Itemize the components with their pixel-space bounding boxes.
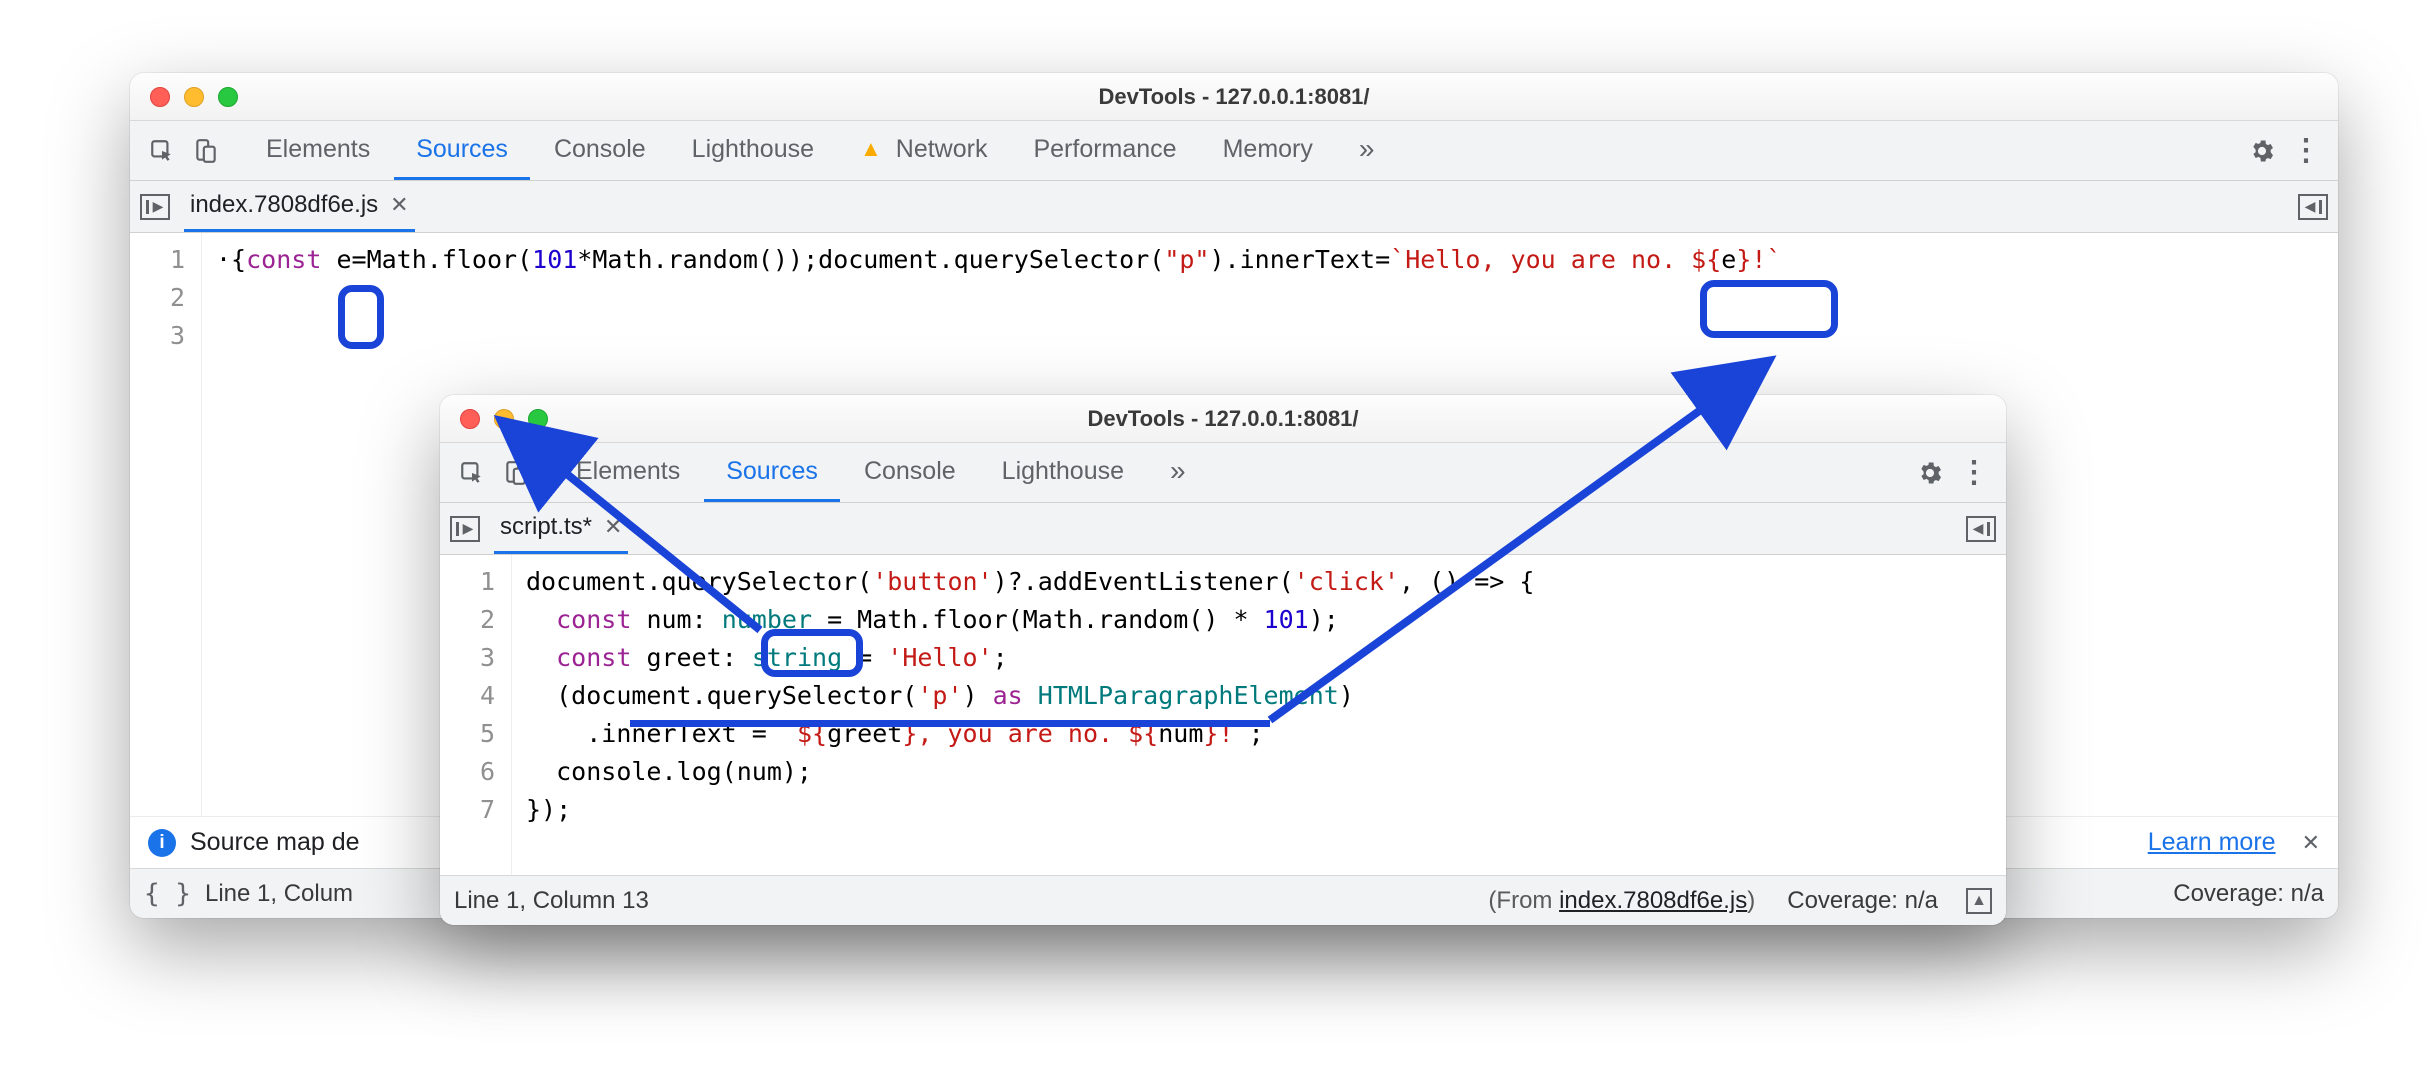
close-tab-icon[interactable]: ✕	[604, 514, 622, 540]
tab-lighthouse[interactable]: Lighthouse	[980, 443, 1146, 502]
pretty-print-icon[interactable]: { }	[144, 879, 191, 909]
learn-more-link[interactable]: Learn more	[2148, 828, 2276, 857]
zoom-icon[interactable]	[528, 409, 548, 429]
device-toggle-icon[interactable]	[498, 455, 534, 491]
cursor-position: Line 1, Colum	[205, 880, 353, 908]
file-tabbar: ▶ script.ts* ✕ ◀	[440, 503, 2006, 555]
infobar-text: Source map de	[190, 828, 360, 857]
navigator-toggle-icon[interactable]: ▶	[140, 194, 170, 220]
file-tab[interactable]: script.ts* ✕	[494, 503, 628, 554]
code-content[interactable]: document.querySelector('button')?.addEve…	[512, 555, 1534, 875]
titlebar[interactable]: DevTools - 127.0.0.1:8081/	[130, 73, 2338, 121]
close-icon[interactable]	[150, 87, 170, 107]
zoom-icon[interactable]	[218, 87, 238, 107]
tabs-overflow-icon[interactable]: »	[1337, 121, 1397, 180]
source-origin-link[interactable]: index.7808df6e.js	[1559, 887, 1747, 914]
kebab-icon[interactable]: ⋮	[2288, 133, 2324, 169]
code-editor[interactable]: 1234567 document.querySelector('button')…	[440, 555, 2006, 875]
line-gutter: 1234567	[440, 555, 512, 875]
devtools-window-front: DevTools - 127.0.0.1:8081/ Elements Sour…	[440, 395, 2006, 925]
tab-console[interactable]: Console	[842, 443, 978, 502]
navigator-toggle-icon[interactable]: ▶	[450, 516, 480, 542]
file-tab-label: index.7808df6e.js	[190, 191, 378, 219]
statusbar: Line 1, Column 13 (From index.7808df6e.j…	[440, 875, 2006, 925]
window-title: DevTools - 127.0.0.1:8081/	[440, 406, 2006, 432]
gear-icon[interactable]	[1912, 455, 1948, 491]
traffic-lights	[130, 87, 238, 107]
info-icon: i	[148, 829, 176, 857]
minimize-icon[interactable]	[184, 87, 204, 107]
tab-sources[interactable]: Sources	[704, 443, 840, 502]
inspect-icon[interactable]	[454, 455, 490, 491]
kebab-icon[interactable]: ⋮	[1956, 455, 1992, 491]
coverage-label: Coverage: n/a	[2173, 880, 2324, 908]
tab-network[interactable]: ▲Network	[838, 121, 1009, 180]
debugger-toggle-icon[interactable]: ◀	[2298, 194, 2328, 220]
tab-performance[interactable]: Performance	[1011, 121, 1198, 180]
close-tab-icon[interactable]: ✕	[390, 192, 408, 218]
tab-sources[interactable]: Sources	[394, 121, 530, 180]
tab-elements[interactable]: Elements	[244, 121, 392, 180]
minimize-icon[interactable]	[494, 409, 514, 429]
tabs-overflow-icon[interactable]: »	[1148, 443, 1208, 502]
panel-tabs: Elements Sources Console Lighthouse ▲Net…	[244, 121, 1396, 180]
line-gutter: 1 2 3	[130, 233, 202, 816]
gear-icon[interactable]	[2244, 133, 2280, 169]
window-title: DevTools - 127.0.0.1:8081/	[130, 84, 2338, 110]
device-toggle-icon[interactable]	[188, 133, 224, 169]
devtools-toolbar: Elements Sources Console Lighthouse » ⋮	[440, 443, 2006, 503]
tab-memory[interactable]: Memory	[1201, 121, 1335, 180]
source-origin: (From index.7808df6e.js)	[1488, 887, 1755, 915]
close-icon[interactable]	[460, 409, 480, 429]
inspect-icon[interactable]	[144, 133, 180, 169]
traffic-lights	[440, 409, 548, 429]
tab-lighthouse[interactable]: Lighthouse	[670, 121, 836, 180]
warning-icon: ▲	[860, 136, 882, 162]
cursor-position: Line 1, Column 13	[454, 887, 649, 915]
debugger-toggle-icon[interactable]: ◀	[1966, 516, 1996, 542]
file-tabbar: ▶ index.7808df6e.js ✕ ◀	[130, 181, 2338, 233]
panel-tabs: Elements Sources Console Lighthouse »	[554, 443, 1208, 502]
expand-up-icon[interactable]: ▲	[1966, 888, 1992, 914]
devtools-toolbar: Elements Sources Console Lighthouse ▲Net…	[130, 121, 2338, 181]
coverage-label: Coverage: n/a	[1787, 887, 1938, 915]
file-tab-label: script.ts*	[500, 513, 592, 541]
titlebar[interactable]: DevTools - 127.0.0.1:8081/	[440, 395, 2006, 443]
file-tab[interactable]: index.7808df6e.js ✕	[184, 181, 415, 232]
tab-elements[interactable]: Elements	[554, 443, 702, 502]
tab-console[interactable]: Console	[532, 121, 668, 180]
infobar-close-icon[interactable]: ✕	[2302, 830, 2320, 856]
